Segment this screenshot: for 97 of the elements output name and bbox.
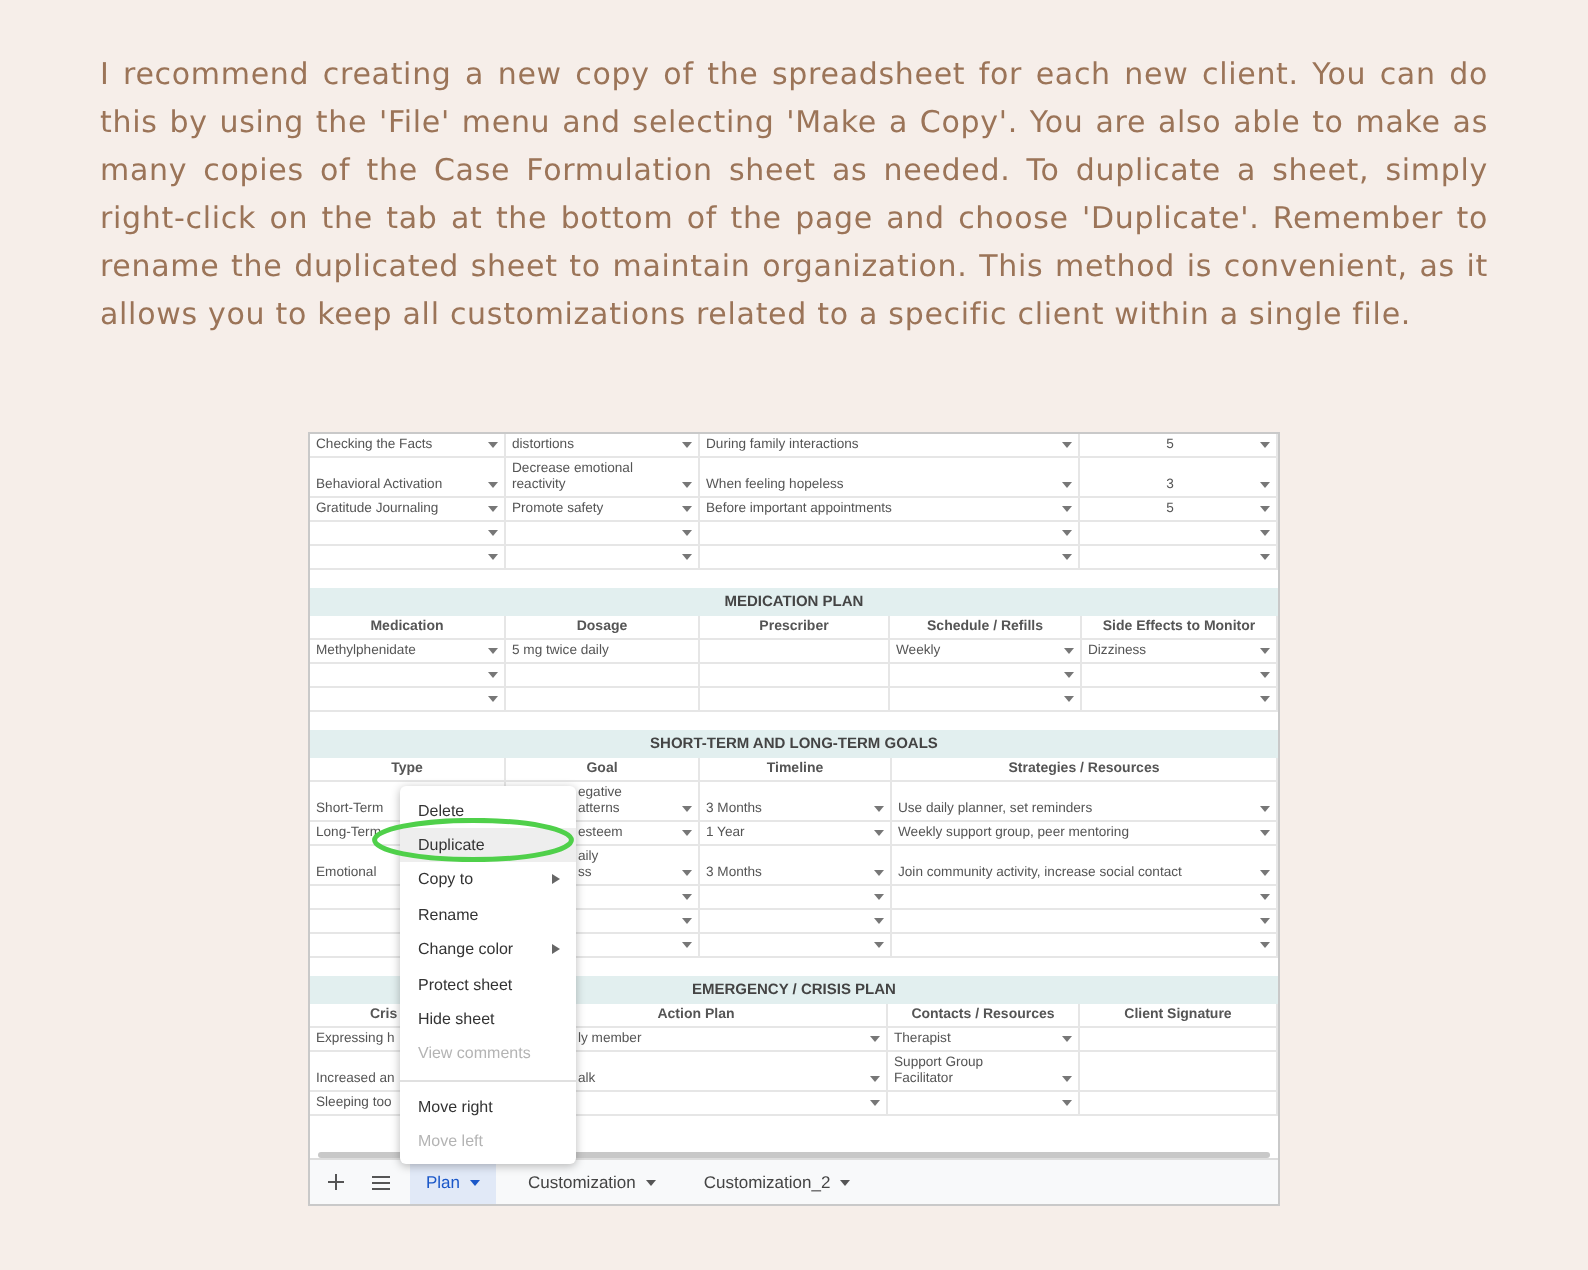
table-cell[interactable] xyxy=(700,640,890,665)
table-cell[interactable] xyxy=(700,546,1080,571)
dropdown-arrow-icon[interactable] xyxy=(488,530,498,537)
dropdown-arrow-icon[interactable] xyxy=(1062,554,1072,561)
table-cell[interactable] xyxy=(1082,688,1278,713)
dropdown-arrow-icon[interactable] xyxy=(682,830,692,837)
table-cell[interactable] xyxy=(888,1092,1080,1117)
menu-item[interactable]: Rename xyxy=(400,897,576,932)
table-cell[interactable] xyxy=(310,664,506,689)
table-cell[interactable] xyxy=(700,522,1080,547)
table-cell[interactable] xyxy=(1080,522,1278,547)
dropdown-arrow-icon[interactable] xyxy=(874,870,884,877)
dropdown-arrow-icon[interactable] xyxy=(682,894,692,901)
dropdown-arrow-icon[interactable] xyxy=(870,1036,880,1043)
submenu-arrow-icon xyxy=(552,944,560,955)
dropdown-arrow-icon[interactable] xyxy=(1062,1076,1072,1083)
dropdown-arrow-icon[interactable] xyxy=(874,918,884,925)
dropdown-arrow-icon[interactable] xyxy=(870,1100,880,1107)
dropdown-arrow-icon[interactable] xyxy=(1062,1036,1072,1043)
caret-icon[interactable] xyxy=(840,1179,851,1186)
menu-item[interactable]: Protect sheet xyxy=(400,966,576,1002)
sheet-tab[interactable]: Plan xyxy=(410,1160,497,1205)
table-cell[interactable] xyxy=(1082,664,1278,689)
dropdown-arrow-icon[interactable] xyxy=(1260,830,1270,837)
submenu-arrow-icon xyxy=(552,874,560,885)
caret-icon[interactable] xyxy=(645,1179,656,1186)
dropdown-arrow-icon[interactable] xyxy=(1064,648,1074,655)
dropdown-arrow-icon[interactable] xyxy=(488,482,498,489)
dropdown-arrow-icon[interactable] xyxy=(682,442,692,449)
table-cell[interactable] xyxy=(700,934,892,959)
dropdown-arrow-icon[interactable] xyxy=(874,894,884,901)
table-cell[interactable] xyxy=(1080,1052,1278,1093)
dropdown-arrow-icon[interactable] xyxy=(1260,942,1270,949)
dropdown-arrow-icon[interactable] xyxy=(1062,1100,1072,1107)
dropdown-arrow-icon[interactable] xyxy=(870,1076,880,1083)
dropdown-arrow-icon[interactable] xyxy=(1062,482,1072,489)
table-cell[interactable] xyxy=(700,688,890,713)
dropdown-arrow-icon[interactable] xyxy=(1062,530,1072,537)
table-cell[interactable] xyxy=(700,886,892,911)
instruction-paragraph: I recommend creating a new copy of the spreadsheet for each new client. You can do this by using the 'File' menu and selecting 'Make a Copy'. You are also able to make as many copies of the Case Formulation sheet as needed. To duplicate a sheet, simply right-click on the tab at the bottom of the page and choose 'Duplicate'. Remember to rename the duplicated sheet to maintain organization. This method is convenient, as it allows you to keep all customizations related to a specific client within a single file. xyxy=(100,54,1488,336)
dropdown-arrow-icon[interactable] xyxy=(1260,482,1270,489)
table-cell[interactable] xyxy=(892,886,1278,911)
dropdown-arrow-icon[interactable] xyxy=(1062,442,1072,449)
dropdown-arrow-icon[interactable] xyxy=(682,482,692,489)
menu-item[interactable]: Move right xyxy=(400,1089,576,1124)
dropdown-arrow-icon[interactable] xyxy=(682,806,692,813)
sheet-tab[interactable]: Customization xyxy=(512,1160,672,1205)
table-cell[interactable] xyxy=(506,664,700,689)
table-cell[interactable] xyxy=(310,688,506,713)
menu-item[interactable]: Copy to xyxy=(400,862,576,898)
dropdown-arrow-icon[interactable] xyxy=(682,942,692,949)
dropdown-arrow-icon[interactable] xyxy=(1064,672,1074,679)
dropdown-arrow-icon[interactable] xyxy=(1260,672,1270,679)
table-cell[interactable] xyxy=(310,546,506,571)
table-cell[interactable] xyxy=(892,934,1278,959)
dropdown-arrow-icon[interactable] xyxy=(874,806,884,813)
dropdown-arrow-icon[interactable] xyxy=(1260,648,1270,655)
sheet-tab[interactable]: Customization_2 xyxy=(687,1160,867,1205)
dropdown-arrow-icon[interactable] xyxy=(1260,442,1270,449)
table-cell[interactable] xyxy=(1080,1092,1278,1117)
dropdown-arrow-icon[interactable] xyxy=(682,870,692,877)
table-cell[interactable] xyxy=(700,664,890,689)
dropdown-arrow-icon[interactable] xyxy=(1260,918,1270,925)
dropdown-arrow-icon[interactable] xyxy=(1260,806,1270,813)
dropdown-arrow-icon[interactable] xyxy=(1260,870,1270,877)
dropdown-arrow-icon[interactable] xyxy=(682,506,692,513)
dropdown-arrow-icon[interactable] xyxy=(874,830,884,837)
menu-item[interactable]: Change color xyxy=(400,932,576,967)
table-cell[interactable] xyxy=(700,910,892,935)
dropdown-arrow-icon[interactable] xyxy=(1062,506,1072,513)
dropdown-arrow-icon[interactable] xyxy=(682,530,692,537)
dropdown-arrow-icon[interactable] xyxy=(488,696,498,703)
table-cell[interactable] xyxy=(1080,1028,1278,1053)
dropdown-arrow-icon[interactable] xyxy=(1260,530,1270,537)
table-cell[interactable] xyxy=(310,522,506,547)
dropdown-arrow-icon[interactable] xyxy=(874,942,884,949)
dropdown-arrow-icon[interactable] xyxy=(488,506,498,513)
dropdown-arrow-icon[interactable] xyxy=(1260,554,1270,561)
caret-icon[interactable] xyxy=(470,1179,481,1186)
dropdown-arrow-icon[interactable] xyxy=(488,554,498,561)
table-cell[interactable] xyxy=(506,688,700,713)
dropdown-arrow-icon[interactable] xyxy=(682,918,692,925)
dropdown-arrow-icon[interactable] xyxy=(488,672,498,679)
dropdown-arrow-icon[interactable] xyxy=(488,442,498,449)
table-cell[interactable] xyxy=(506,546,700,571)
menu-item[interactable]: Hide sheet xyxy=(400,1001,576,1037)
table-cell[interactable] xyxy=(890,688,1082,713)
dropdown-arrow-icon[interactable] xyxy=(1260,506,1270,513)
dropdown-arrow-icon[interactable] xyxy=(1260,894,1270,901)
dropdown-arrow-icon[interactable] xyxy=(1064,696,1074,703)
dropdown-arrow-icon[interactable] xyxy=(488,648,498,655)
table-cell[interactable] xyxy=(892,910,1278,935)
dropdown-arrow-icon[interactable] xyxy=(1260,696,1270,703)
dropdown-arrow-icon[interactable] xyxy=(682,554,692,561)
table-cell[interactable] xyxy=(890,664,1082,689)
table-cell[interactable] xyxy=(506,522,700,547)
table-cell[interactable] xyxy=(1080,546,1278,571)
